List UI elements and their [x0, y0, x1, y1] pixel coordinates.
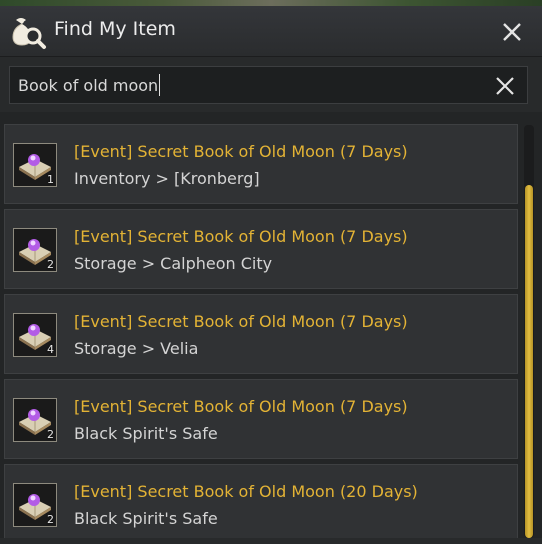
item-quantity: 4: [47, 343, 54, 356]
result-item[interactable]: 1 [Event] Secret Book of Old Moon (7 Day…: [4, 124, 518, 204]
item-quantity: 2: [47, 428, 54, 441]
item-location: Black Spirit's Safe: [74, 509, 218, 528]
item-location: Inventory > [Kronberg]: [74, 169, 260, 188]
item-quantity: 2: [47, 258, 54, 271]
item-quantity: 1: [47, 173, 54, 186]
search-input-value: Book of old moon: [18, 76, 159, 95]
scrollbar[interactable]: [524, 125, 534, 538]
item-name: [Event] Secret Book of Old Moon (20 Days…: [74, 482, 418, 501]
result-item[interactable]: 4 [Event] Secret Book of Old Moon (7 Day…: [4, 294, 518, 374]
search-input[interactable]: Book of old moon: [9, 66, 528, 104]
result-item[interactable]: 2 [Event] Secret Book of Old Moon (7 Day…: [4, 379, 518, 459]
bag-search-icon: [12, 18, 46, 49]
item-quantity: 2: [47, 513, 54, 526]
item-slot: 2: [13, 228, 57, 272]
item-location: Black Spirit's Safe: [74, 424, 218, 443]
text-caret: [159, 74, 161, 96]
close-icon[interactable]: [498, 18, 526, 46]
window-title: Find My Item: [54, 18, 176, 40]
item-name: [Event] Secret Book of Old Moon (7 Days): [74, 397, 408, 416]
results-list: 1 [Event] Secret Book of Old Moon (7 Day…: [0, 112, 542, 538]
result-item[interactable]: 2 [Event] Secret Book of Old Moon (20 Da…: [4, 464, 518, 538]
item-slot: 4: [13, 313, 57, 357]
result-item[interactable]: 2 [Event] Secret Book of Old Moon (7 Day…: [4, 209, 518, 289]
item-name: [Event] Secret Book of Old Moon (7 Days): [74, 312, 408, 331]
item-location: Storage > Velia: [74, 339, 199, 358]
item-name: [Event] Secret Book of Old Moon (7 Days): [74, 227, 408, 246]
item-slot: 1: [13, 143, 57, 187]
item-slot: 2: [13, 398, 57, 442]
title-bar[interactable]: Find My Item: [0, 6, 542, 57]
scrollbar-thumb[interactable]: [525, 185, 533, 538]
clear-icon[interactable]: [492, 73, 518, 99]
item-slot: 2: [13, 483, 57, 527]
item-location: Storage > Calpheon City: [74, 254, 273, 273]
item-name: [Event] Secret Book of Old Moon (7 Days): [74, 142, 408, 161]
